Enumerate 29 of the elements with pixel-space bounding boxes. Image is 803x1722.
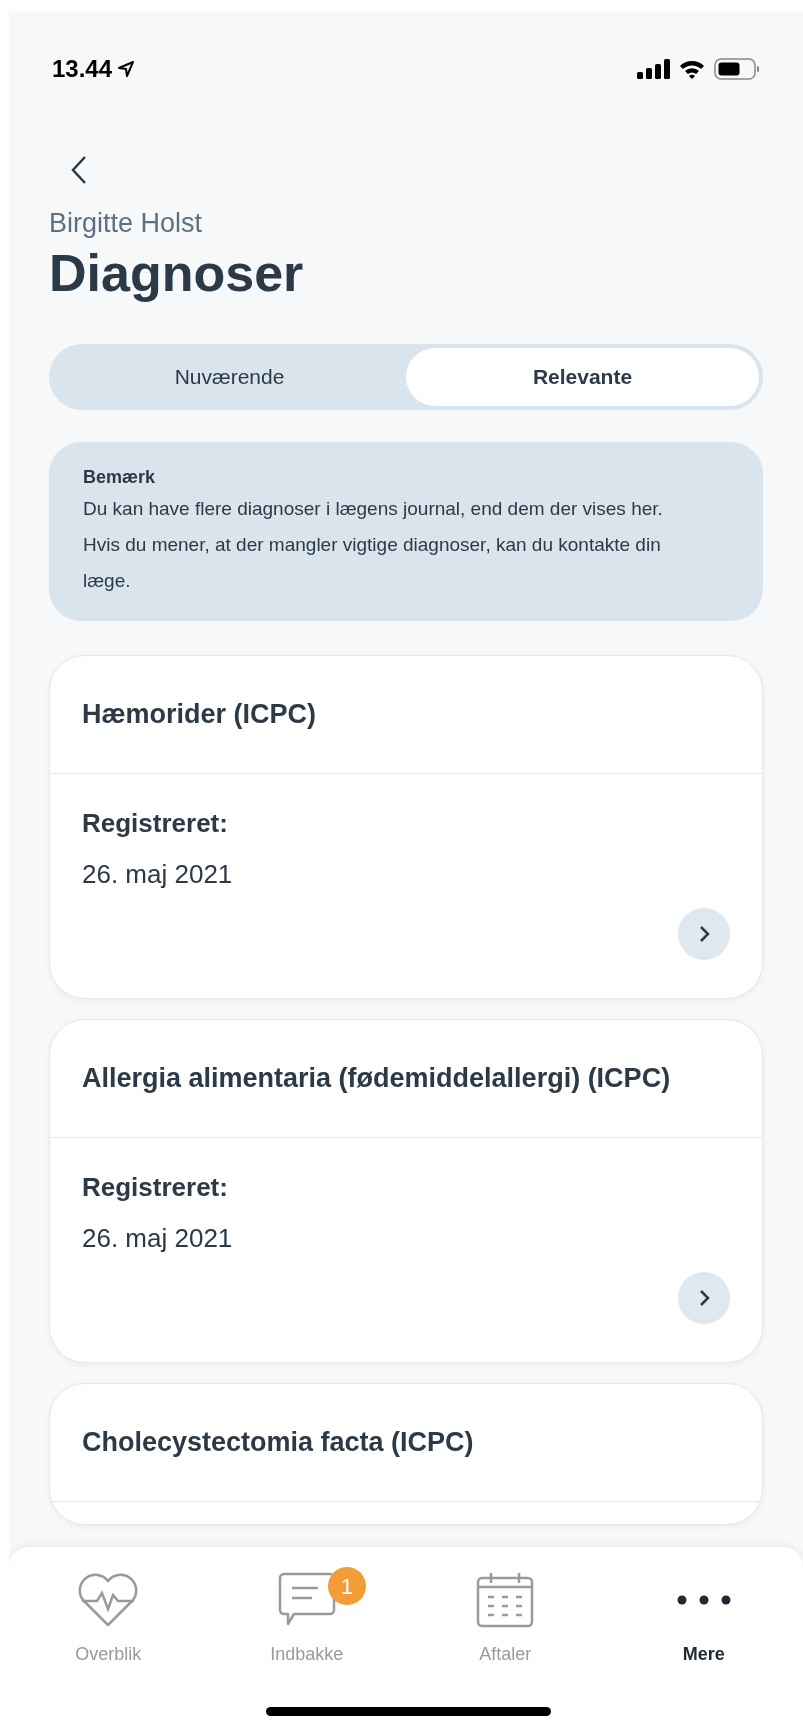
registered-label: Registreret:	[82, 1170, 229, 1204]
status-time: 13.44	[52, 54, 113, 84]
diagnosis-card[interactable]: Allergia alimentaria (fødemiddelallergi) (ICPC) Registreret: 26. maj 2021	[49, 1018, 763, 1363]
diagnosis-name: Allergia alimentaria (fødemiddelallergi) (ICPC)	[50, 1019, 762, 1138]
more-icon	[675, 1593, 732, 1607]
registered-date: 26. maj 2021	[82, 857, 234, 891]
signal-icon	[636, 59, 670, 79]
chevron-right-icon[interactable]	[678, 907, 730, 960]
diagnosis-card[interactable]: Cholecystectomia facta (ICPC)	[49, 1382, 763, 1525]
chevron-right-icon[interactable]	[678, 1271, 730, 1324]
tab-bar-item[interactable]: Mere	[604, 1569, 803, 1668]
segment-tab[interactable]: Relevante	[406, 347, 759, 406]
diagnosis-name: Hæmorider (ICPC)	[50, 655, 762, 774]
note-title: Bemærk	[83, 465, 157, 489]
diagnosis-card[interactable]: Hæmorider (ICPC) Registreret: 26. maj 2021	[49, 654, 763, 999]
diagnosis-name: Cholecystectomia facta (ICPC)	[50, 1383, 762, 1502]
registered-label: Registreret:	[82, 806, 229, 840]
battery-icon	[714, 57, 760, 81]
segment-tab[interactable]: Nuværende	[53, 347, 406, 406]
note-text: Du kan have flere diagnoser i lægens journal, end dem der vises her. Hvis du mener, at der mangler vigtige diagnoser, kan du kontakte din læge.	[83, 496, 664, 593]
calendar-icon	[476, 1571, 535, 1629]
page-title: Diagnoser	[49, 242, 305, 304]
wifi-icon	[678, 59, 706, 79]
patient-name: Birgitte Holst	[49, 207, 204, 240]
back-icon[interactable]	[70, 155, 88, 185]
chat-bubble-icon	[277, 1572, 336, 1628]
location-arrow-icon	[116, 59, 137, 79]
unread-badge: 1	[327, 1567, 366, 1605]
registered-date: 26. maj 2021	[82, 1221, 234, 1255]
